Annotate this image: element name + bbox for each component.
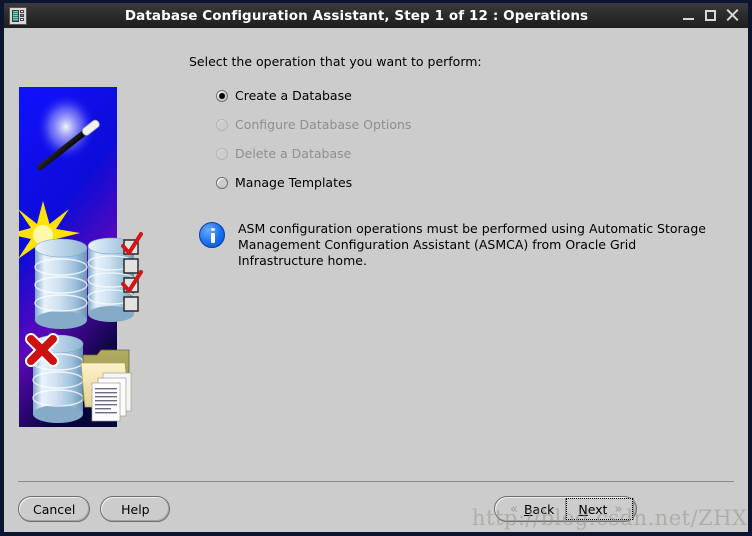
operations-panel: Select the operation that you want to pe… xyxy=(189,54,734,269)
info-message: ASM configuration operations must be per… xyxy=(199,221,734,269)
icon-dot-3 xyxy=(20,17,24,21)
back-mnemonic: B xyxy=(523,501,533,517)
database-wizard-icon xyxy=(9,6,27,25)
minimize-icon[interactable] xyxy=(682,9,695,22)
icon-dot-2 xyxy=(20,13,24,17)
page-prompt: Select the operation that you want to pe… xyxy=(189,54,482,69)
back-rest: ack xyxy=(532,501,555,517)
nav-button-group: « Back Next » xyxy=(494,496,638,522)
info-icon xyxy=(199,222,225,248)
window-title: Database Configuration Assistant, Step 1… xyxy=(124,7,589,24)
next-button-label: Next xyxy=(578,502,607,517)
maximize-icon[interactable] xyxy=(704,9,717,22)
chevron-left-icon: « xyxy=(510,501,518,517)
back-button[interactable]: « Back xyxy=(498,498,566,520)
client-area: Select the operation that you want to pe… xyxy=(4,28,748,532)
footer-separator xyxy=(18,481,734,482)
back-button-label: Back xyxy=(524,502,554,517)
radio-label-configure-database-options: Configure Database Options xyxy=(235,117,412,132)
dbca-window: Database Configuration Assistant, Step 1… xyxy=(0,0,752,536)
icon-dot-1 xyxy=(20,9,24,13)
window-controls xyxy=(682,9,739,22)
footer-left-buttons: Cancel Help xyxy=(18,496,171,522)
radio-option-configure-database-options: Configure Database Options xyxy=(216,110,734,139)
radio-icon-create-a-database[interactable] xyxy=(216,89,228,102)
radio-icon-delete-a-database xyxy=(216,147,228,160)
next-button[interactable]: Next » xyxy=(566,498,634,520)
help-button[interactable]: Help xyxy=(100,496,171,522)
radio-option-create-a-database[interactable]: Create a Database xyxy=(216,81,734,110)
radio-icon-manage-templates[interactable] xyxy=(216,176,228,189)
icon-dots xyxy=(20,9,24,22)
icon-stripes xyxy=(12,9,19,22)
radio-label-delete-a-database: Delete a Database xyxy=(235,146,352,161)
dbca-illustration xyxy=(19,87,145,427)
info-message-text: ASM configuration operations must be per… xyxy=(238,221,708,269)
info-line-1: ASM configuration operations must be per… xyxy=(238,221,706,236)
title-bar[interactable]: Database Configuration Assistant, Step 1… xyxy=(4,3,748,29)
next-rest: ext xyxy=(587,501,608,517)
chevron-right-icon: » xyxy=(614,501,622,517)
radio-label-manage-templates: Manage Templates xyxy=(235,175,353,190)
radio-icon-configure-database-options xyxy=(216,118,228,131)
cancel-button[interactable]: Cancel xyxy=(18,496,91,522)
info-line-2: Management Configuration Assistant (ASMC… xyxy=(238,237,637,268)
radio-option-delete-a-database: Delete a Database xyxy=(216,139,734,168)
next-mnemonic: N xyxy=(578,501,588,517)
footer-nav-buttons: « Back Next » xyxy=(494,496,638,522)
close-icon[interactable] xyxy=(726,9,739,22)
radio-label-create-a-database: Create a Database xyxy=(235,88,352,103)
radio-option-manage-templates[interactable]: Manage Templates xyxy=(216,168,734,197)
